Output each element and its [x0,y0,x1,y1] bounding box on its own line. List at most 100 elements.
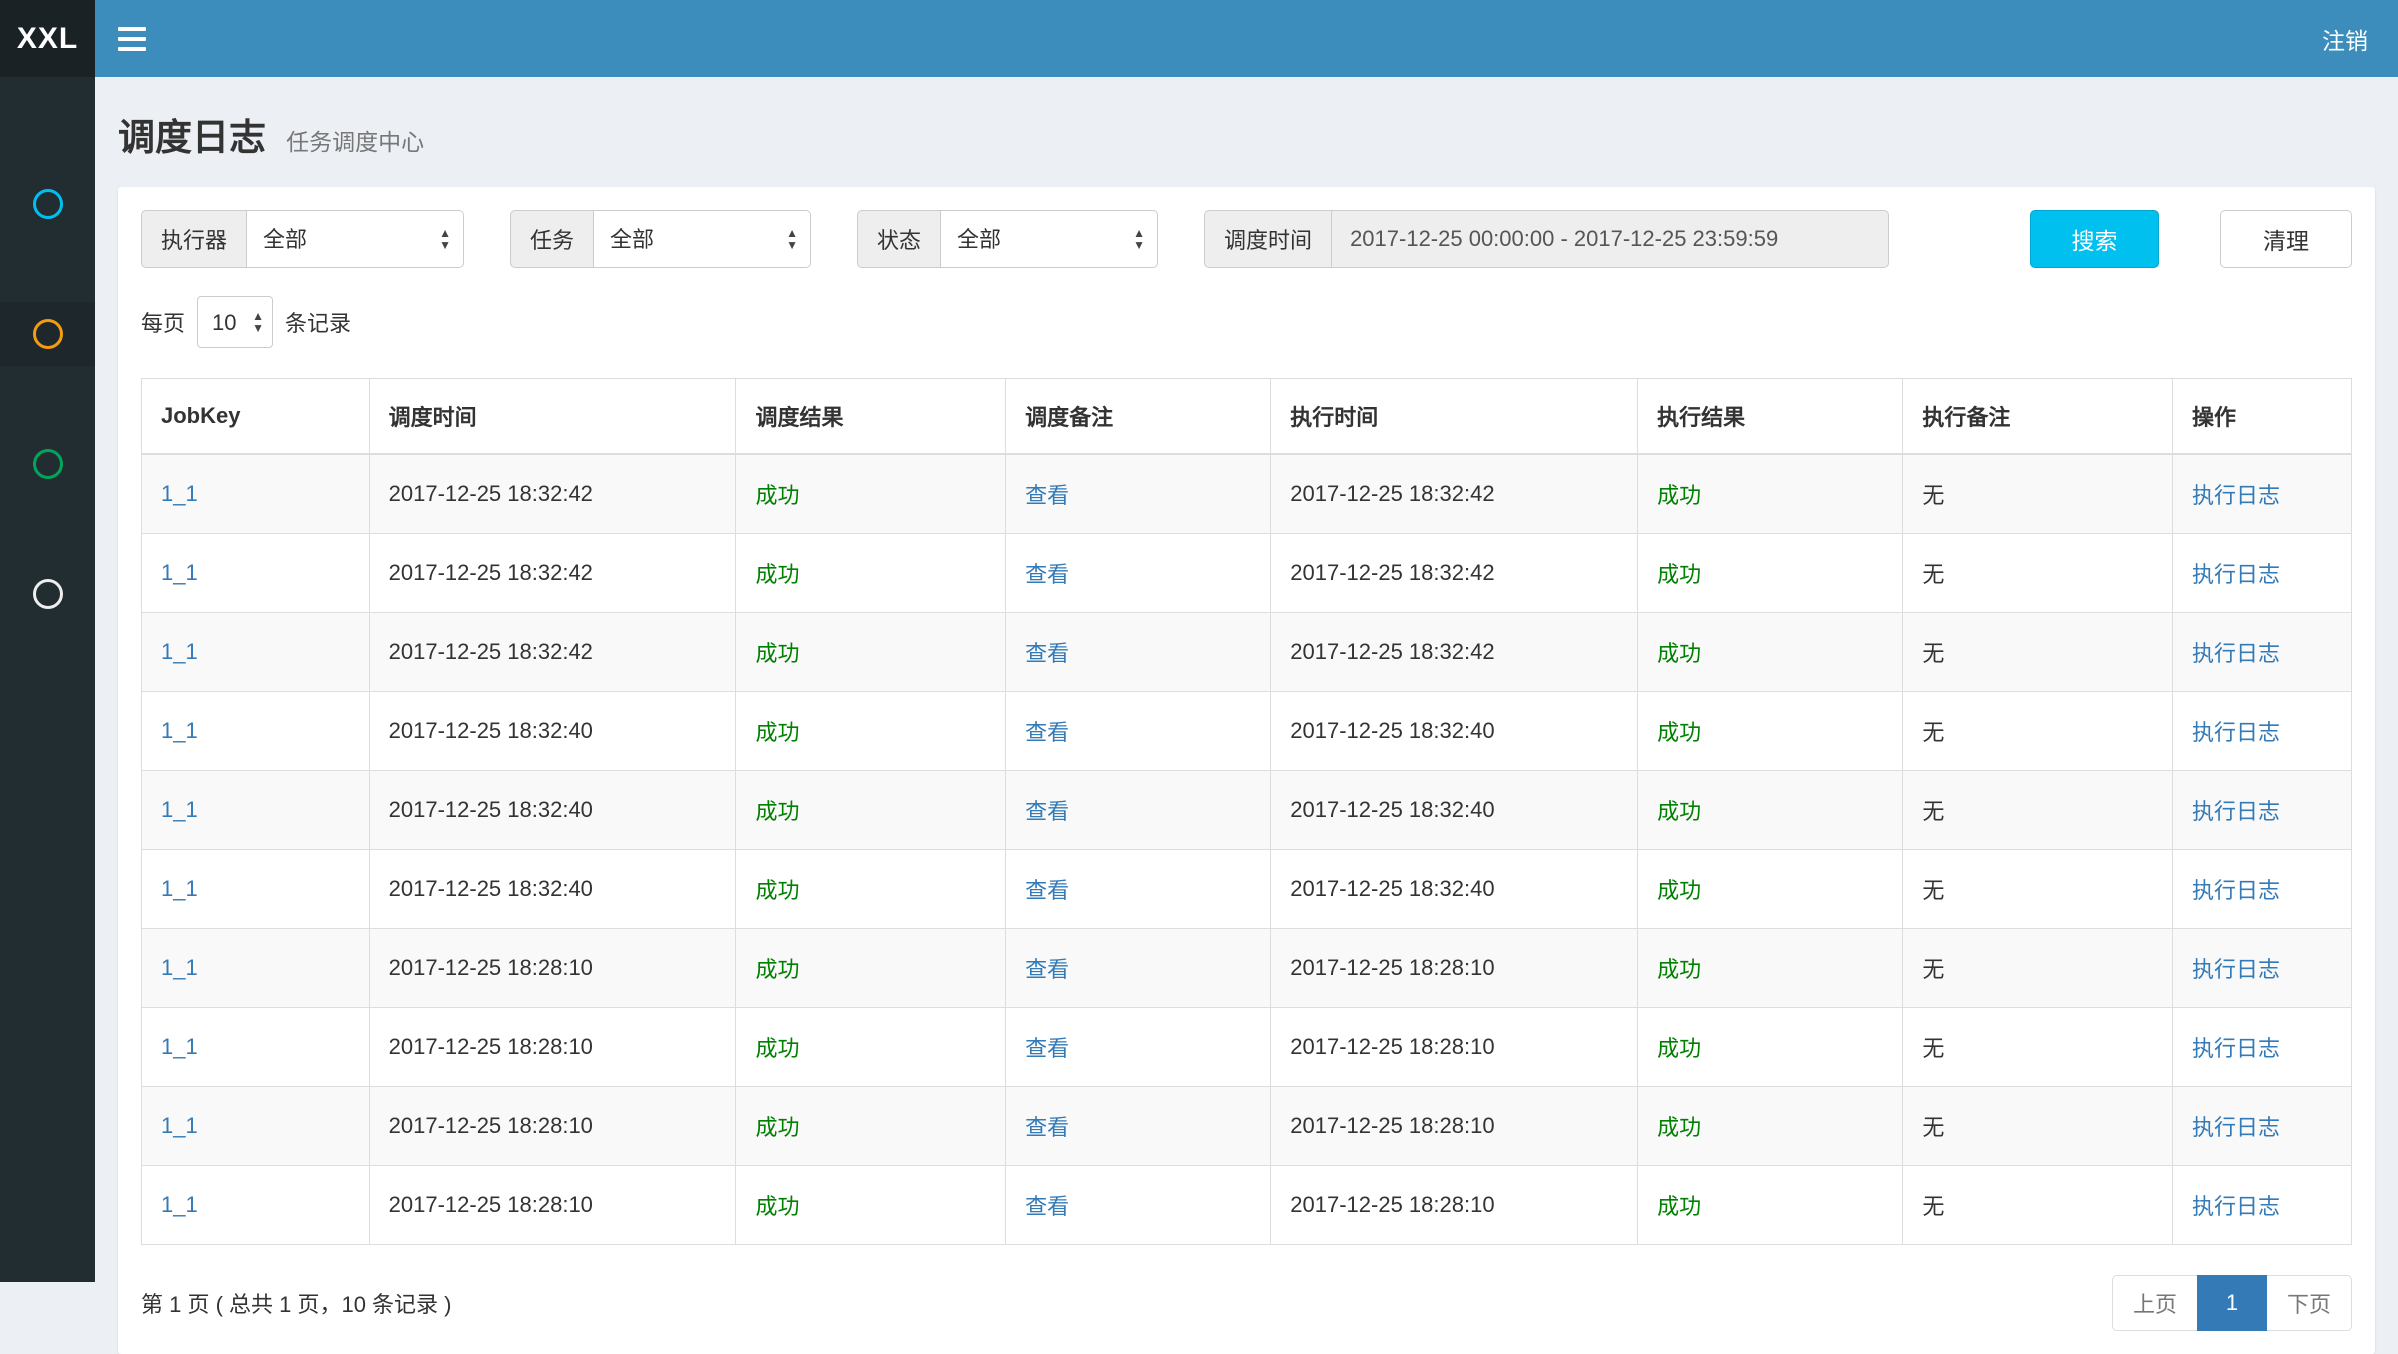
log-table-body: 1_1 2017-12-25 18:32:42 成功 查看 2017-12-25… [142,454,2352,1245]
trigger-msg-link[interactable]: 查看 [1025,641,1069,666]
trigger-msg-link[interactable]: 查看 [1025,957,1069,982]
trigger-time-cell: 2017-12-25 18:32:42 [369,454,736,534]
column-header[interactable]: 操作 [2172,379,2351,455]
filter-executor-group: 执行器 全部 ▲▼ [141,210,464,268]
current-page-button[interactable]: 1 [2197,1275,2267,1331]
trigger-time-cell: 2017-12-25 18:32:42 [369,613,736,692]
filter-time-label: 调度时间 [1204,210,1331,268]
handle-msg-cell: 无 [1903,771,2173,850]
jobkey-link[interactable]: 1_1 [161,560,198,585]
trigger-msg-link[interactable]: 查看 [1025,1194,1069,1219]
trigger-time-cell: 2017-12-25 18:28:10 [369,1008,736,1087]
log-table-row: 1_1 2017-12-25 18:28:10 成功 查看 2017-12-25… [142,929,2352,1008]
app-logo[interactable]: XXL [0,0,95,77]
sidebar-menu-item[interactable] [0,432,95,496]
handle-msg-cell: 无 [1903,454,2173,534]
logout-link[interactable]: 注销 [2322,22,2368,56]
log-table-row: 1_1 2017-12-25 18:32:40 成功 查看 2017-12-25… [142,850,2352,929]
prev-page-button[interactable]: 上页 [2112,1275,2198,1331]
trigger-result-cell: 成功 [736,613,1006,692]
trigger-result-cell: 成功 [736,1166,1006,1245]
handle-time-cell: 2017-12-25 18:28:10 [1271,1008,1638,1087]
jobkey-link[interactable]: 1_1 [161,718,198,743]
page-title: 调度日志 [118,117,266,158]
exec-log-link[interactable]: 执行日志 [2192,1194,2280,1219]
page-size-select[interactable]: 10 [197,296,273,348]
next-page-button[interactable]: 下页 [2266,1275,2352,1331]
trigger-time-range-input[interactable] [1331,210,1889,268]
column-header[interactable]: 执行备注 [1903,379,2173,455]
sidebar [0,77,95,1282]
log-table-row: 1_1 2017-12-25 18:32:42 成功 查看 2017-12-25… [142,613,2352,692]
page-size-suffix: 条记录 [285,306,351,338]
circle-icon [33,189,63,219]
sidebar-menu-item[interactable] [0,172,95,236]
handle-msg-cell: 无 [1903,613,2173,692]
handle-time-cell: 2017-12-25 18:32:40 [1271,850,1638,929]
handle-result-cell: 成功 [1638,454,1903,534]
column-header[interactable]: 调度结果 [736,379,1006,455]
trigger-time-cell: 2017-12-25 18:32:40 [369,850,736,929]
handle-time-cell: 2017-12-25 18:28:10 [1271,929,1638,1008]
filter-executor-select[interactable]: 全部 [246,210,464,268]
sidebar-menu-item[interactable] [0,562,95,626]
page-size-prefix: 每页 [141,306,185,338]
jobkey-link[interactable]: 1_1 [161,1113,198,1138]
page-size-row: 每页 10 ▲▼ 条记录 [141,296,2352,348]
log-table-row: 1_1 2017-12-25 18:28:10 成功 查看 2017-12-25… [142,1166,2352,1245]
sidebar-menu-item[interactable] [0,302,95,366]
trigger-msg-link[interactable]: 查看 [1025,483,1069,508]
page-subtitle: 任务调度中心 [286,129,424,155]
handle-result-cell: 成功 [1638,692,1903,771]
jobkey-link[interactable]: 1_1 [161,955,198,980]
trigger-msg-link[interactable]: 查看 [1025,720,1069,745]
trigger-msg-link[interactable]: 查看 [1025,799,1069,824]
sidebar-toggle-button[interactable] [95,0,169,77]
exec-log-link[interactable]: 执行日志 [2192,799,2280,824]
jobkey-link[interactable]: 1_1 [161,1192,198,1217]
exec-log-link[interactable]: 执行日志 [2192,1115,2280,1140]
trigger-result-cell: 成功 [736,534,1006,613]
hamburger-icon [118,27,146,31]
column-header[interactable]: 执行时间 [1271,379,1638,455]
handle-time-cell: 2017-12-25 18:32:42 [1271,613,1638,692]
content-box: 执行器 全部 ▲▼ 任务 全部 ▲▼ 状态 全部 [118,187,2375,1354]
handle-result-cell: 成功 [1638,929,1903,1008]
clean-button[interactable]: 清理 [2220,210,2352,268]
jobkey-link[interactable]: 1_1 [161,1034,198,1059]
exec-log-link[interactable]: 执行日志 [2192,720,2280,745]
trigger-msg-link[interactable]: 查看 [1025,1036,1069,1061]
trigger-msg-link[interactable]: 查看 [1025,878,1069,903]
handle-time-cell: 2017-12-25 18:28:10 [1271,1166,1638,1245]
jobkey-link[interactable]: 1_1 [161,797,198,822]
handle-result-cell: 成功 [1638,1166,1903,1245]
exec-log-link[interactable]: 执行日志 [2192,1036,2280,1061]
column-header[interactable]: JobKey [142,379,370,455]
trigger-msg-link[interactable]: 查看 [1025,1115,1069,1140]
exec-log-link[interactable]: 执行日志 [2192,483,2280,508]
exec-log-link[interactable]: 执行日志 [2192,957,2280,982]
column-header[interactable]: 调度备注 [1006,379,1271,455]
trigger-result-cell: 成功 [736,454,1006,534]
navbar-right: 注销 [2292,0,2398,77]
filter-executor-select-wrap: 全部 ▲▼ [246,210,464,268]
search-button[interactable]: 搜索 [2030,210,2159,268]
log-table: JobKey调度时间调度结果调度备注执行时间执行结果执行备注操作 1_1 201… [141,378,2352,1245]
trigger-time-cell: 2017-12-25 18:28:10 [369,1087,736,1166]
handle-msg-cell: 无 [1903,929,2173,1008]
jobkey-link[interactable]: 1_1 [161,481,198,506]
handle-time-cell: 2017-12-25 18:32:42 [1271,534,1638,613]
filter-status-label: 状态 [857,210,940,268]
column-header[interactable]: 调度时间 [369,379,736,455]
log-table-row: 1_1 2017-12-25 18:28:10 成功 查看 2017-12-25… [142,1087,2352,1166]
jobkey-link[interactable]: 1_1 [161,639,198,664]
filter-job-select[interactable]: 全部 [593,210,811,268]
trigger-time-cell: 2017-12-25 18:28:10 [369,929,736,1008]
exec-log-link[interactable]: 执行日志 [2192,878,2280,903]
jobkey-link[interactable]: 1_1 [161,876,198,901]
column-header[interactable]: 执行结果 [1638,379,1903,455]
exec-log-link[interactable]: 执行日志 [2192,562,2280,587]
exec-log-link[interactable]: 执行日志 [2192,641,2280,666]
filter-status-select[interactable]: 全部 [940,210,1158,268]
trigger-msg-link[interactable]: 查看 [1025,562,1069,587]
